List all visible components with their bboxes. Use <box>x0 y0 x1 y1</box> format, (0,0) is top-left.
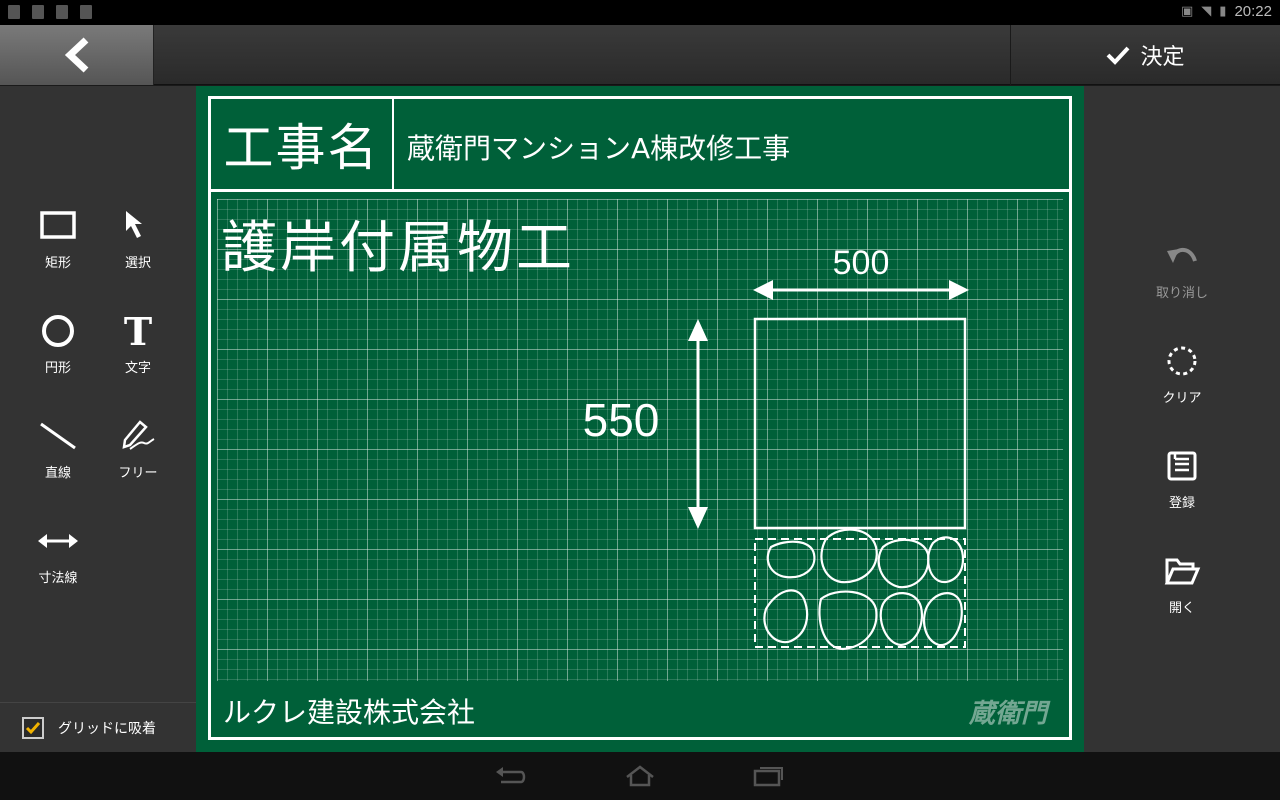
chevron-left-icon <box>64 37 88 73</box>
save-button[interactable]: 登録 <box>1142 446 1222 526</box>
nav-back-button[interactable] <box>490 764 530 788</box>
grid-snap-checkbox[interactable] <box>22 716 44 739</box>
decide-label: 決定 <box>1140 45 1185 70</box>
tool-text[interactable]: T 文字 <box>98 311 178 391</box>
wifi-icon: ◥ <box>1201 4 1212 19</box>
status-icons: ▣ ◥ ▮ 20:22 <box>1181 3 1272 20</box>
text-icon: T <box>124 313 152 349</box>
arrow-pointer-icon <box>126 211 142 238</box>
open-label: 開く <box>1168 601 1195 616</box>
checkmark-icon <box>25 721 41 734</box>
undo-button[interactable]: 取り消し <box>1142 236 1222 316</box>
clear-button[interactable]: クリア <box>1142 341 1222 421</box>
dimension-arrow-icon <box>38 534 78 548</box>
height-dimension-label[interactable]: 550 <box>583 394 660 446</box>
undo-icon <box>1167 248 1197 263</box>
pen-icon <box>122 420 155 450</box>
notification-image-icon <box>8 5 20 19</box>
top-bar: 決定 <box>0 25 1280 85</box>
line-icon <box>40 422 76 450</box>
svg-text:T: T <box>124 313 152 349</box>
nav-home-button[interactable] <box>620 764 660 788</box>
height-dimension-line[interactable] <box>688 319 708 529</box>
tool-text-label: 文字 <box>124 361 151 376</box>
tool-dimension-label: 寸法線 <box>38 571 78 586</box>
tool-line-label: 直線 <box>44 466 71 481</box>
notification-download-icon-2 <box>56 5 68 19</box>
structure-rectangle[interactable] <box>753 317 967 530</box>
battery-icon: ▮ <box>1219 4 1227 19</box>
undo-label: 取り消し <box>1155 286 1208 301</box>
circle-icon <box>42 315 74 347</box>
brand-logo: 蔵衛門 <box>968 699 1047 729</box>
tool-line[interactable]: 直線 <box>18 416 98 496</box>
nav-recents-button[interactable] <box>748 764 788 788</box>
nav-home-icon <box>626 765 654 787</box>
back-button[interactable] <box>0 25 154 85</box>
tool-circle[interactable]: 円形 <box>18 311 98 391</box>
save-icon <box>1167 451 1197 481</box>
status-bar: ▣ ◥ ▮ 20:22 <box>0 0 1280 25</box>
drawing-layer: 500 550 <box>583 244 969 651</box>
open-folder-icon <box>1164 558 1201 585</box>
tool-circle-label: 円形 <box>44 361 71 376</box>
tool-free[interactable]: フリー <box>98 416 178 496</box>
tool-rectangle[interactable]: 矩形 <box>18 206 98 286</box>
vibrate-icon: ▣ <box>1181 4 1194 19</box>
tool-free-label: フリー <box>118 466 158 481</box>
freehand-stones[interactable] <box>763 528 965 651</box>
decide-button[interactable]: 決定 <box>1010 25 1280 85</box>
construction-blackboard: 工事名 蔵衛門マンションA棟改修工事 護岸付属物工 500 550 ルクレ建設株… <box>196 86 1084 752</box>
board-frame: 工事名 蔵衛門マンションA棟改修工事 護岸付属物工 500 550 ルクレ建設株… <box>208 96 1072 740</box>
check-icon <box>1107 46 1130 65</box>
company-name[interactable]: ルクレ建設株式会社 <box>223 691 475 731</box>
navigation-bar <box>0 752 1280 800</box>
tool-select-label: 選択 <box>124 256 151 271</box>
notification-icons <box>8 5 92 19</box>
width-dimension-line[interactable] <box>753 280 969 300</box>
rectangle-icon <box>40 211 76 239</box>
actions-panel: 取り消し クリア 登録 開く <box>1084 86 1280 752</box>
tool-select[interactable]: 選択 <box>98 206 178 286</box>
notification-download-icon <box>32 5 44 19</box>
notification-sd-icon <box>80 5 92 19</box>
clear-label: クリア <box>1162 391 1202 406</box>
width-dimension-label[interactable]: 500 <box>833 244 890 282</box>
save-label: 登録 <box>1168 496 1195 511</box>
clock: 20:22 <box>1234 3 1272 20</box>
clear-icon <box>1167 346 1197 376</box>
tool-rectangle-label: 矩形 <box>44 256 71 271</box>
grid-snap-option: グリッドに吸着 <box>0 702 196 752</box>
drawing-tools-panel: 矩形 選択 円形 T 文字 直線 フリー 寸法線 グリッドに吸着 <box>0 86 196 752</box>
open-button[interactable]: 開く <box>1142 551 1222 631</box>
nav-back-icon <box>496 767 526 784</box>
tool-dimension[interactable]: 寸法線 <box>18 521 98 601</box>
grid-snap-label: グリッドに吸着 <box>58 720 156 737</box>
nav-recents-icon <box>753 767 783 787</box>
